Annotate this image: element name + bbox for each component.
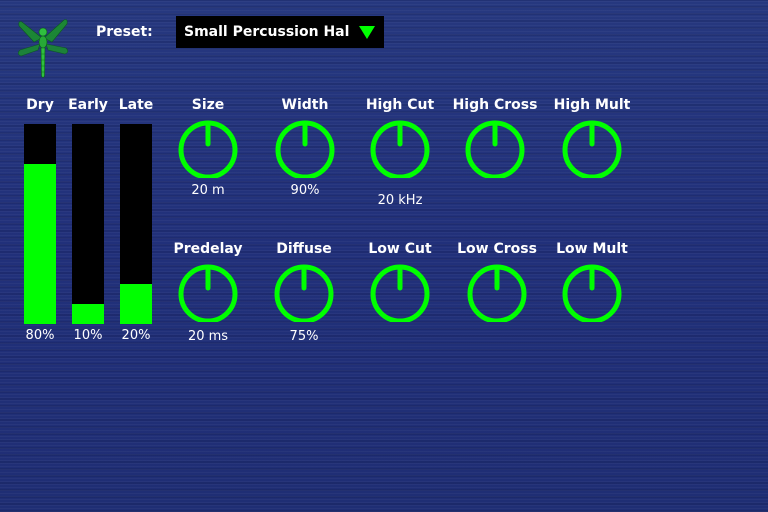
knob-label: Width xyxy=(281,97,329,113)
knob-dial-icon xyxy=(370,120,430,178)
knob-dial-icon xyxy=(467,264,527,322)
high-mult-knob[interactable] xyxy=(560,114,624,178)
knob-label: Low Cross xyxy=(457,241,537,257)
level-fill xyxy=(120,284,152,324)
meter-value: 80% xyxy=(25,328,55,343)
knob-label: Diffuse xyxy=(276,241,332,257)
knob-label: High Cut xyxy=(365,97,435,113)
late-level-slider[interactable] xyxy=(120,124,152,324)
meter-value: 20% xyxy=(121,328,151,343)
dragonfly-icon xyxy=(17,19,69,78)
knob-value: 75% xyxy=(289,329,319,344)
knob-dial-icon xyxy=(178,264,238,322)
low-mult-knob[interactable] xyxy=(560,258,624,322)
knob-dial-icon xyxy=(562,264,622,322)
low-cross-knob[interactable] xyxy=(465,258,529,322)
width-knob[interactable] xyxy=(273,114,337,178)
size-knob[interactable] xyxy=(176,114,240,178)
triangle-down-icon[interactable] xyxy=(359,26,375,39)
knob-dial-icon xyxy=(370,264,430,322)
meter-label: Late xyxy=(118,97,154,113)
knob-value: 20 kHz xyxy=(377,193,423,208)
preset-label: Preset: xyxy=(96,24,153,40)
low-cut-knob[interactable] xyxy=(368,258,432,322)
early-level-slider[interactable] xyxy=(72,124,104,324)
knob-dial-icon xyxy=(274,264,334,322)
meter-label: Dry xyxy=(26,97,54,113)
knob-dial-icon xyxy=(178,120,238,178)
knob-label: High Cross xyxy=(452,97,538,113)
high-cut-knob[interactable] xyxy=(368,114,432,178)
knob-label: Low Mult xyxy=(556,241,628,257)
meter-value: 10% xyxy=(73,328,103,343)
knob-value: 90% xyxy=(290,183,320,198)
predelay-knob[interactable] xyxy=(176,258,240,322)
knob-label: Low Cut xyxy=(368,241,432,257)
meter-label: Early xyxy=(68,97,108,113)
knob-dial-icon xyxy=(465,120,525,178)
knob-dial-icon xyxy=(562,120,622,178)
knob-label: Predelay xyxy=(173,241,243,257)
knob-value: 20 m xyxy=(191,183,225,198)
dragonfly-logo xyxy=(16,14,70,80)
knob-label: High Mult xyxy=(553,97,631,113)
dry-level-slider[interactable] xyxy=(24,124,56,324)
preset-selected-value: Small Percussion Hall xyxy=(184,24,350,40)
level-fill xyxy=(72,304,104,324)
diffuse-knob[interactable] xyxy=(272,258,336,322)
level-fill xyxy=(24,164,56,324)
high-cross-knob[interactable] xyxy=(463,114,527,178)
knob-label: Size xyxy=(191,97,225,113)
knob-value: 20 ms xyxy=(187,329,229,344)
knob-dial-icon xyxy=(275,120,335,178)
preset-dropdown[interactable]: Small Percussion Hall xyxy=(176,16,384,48)
